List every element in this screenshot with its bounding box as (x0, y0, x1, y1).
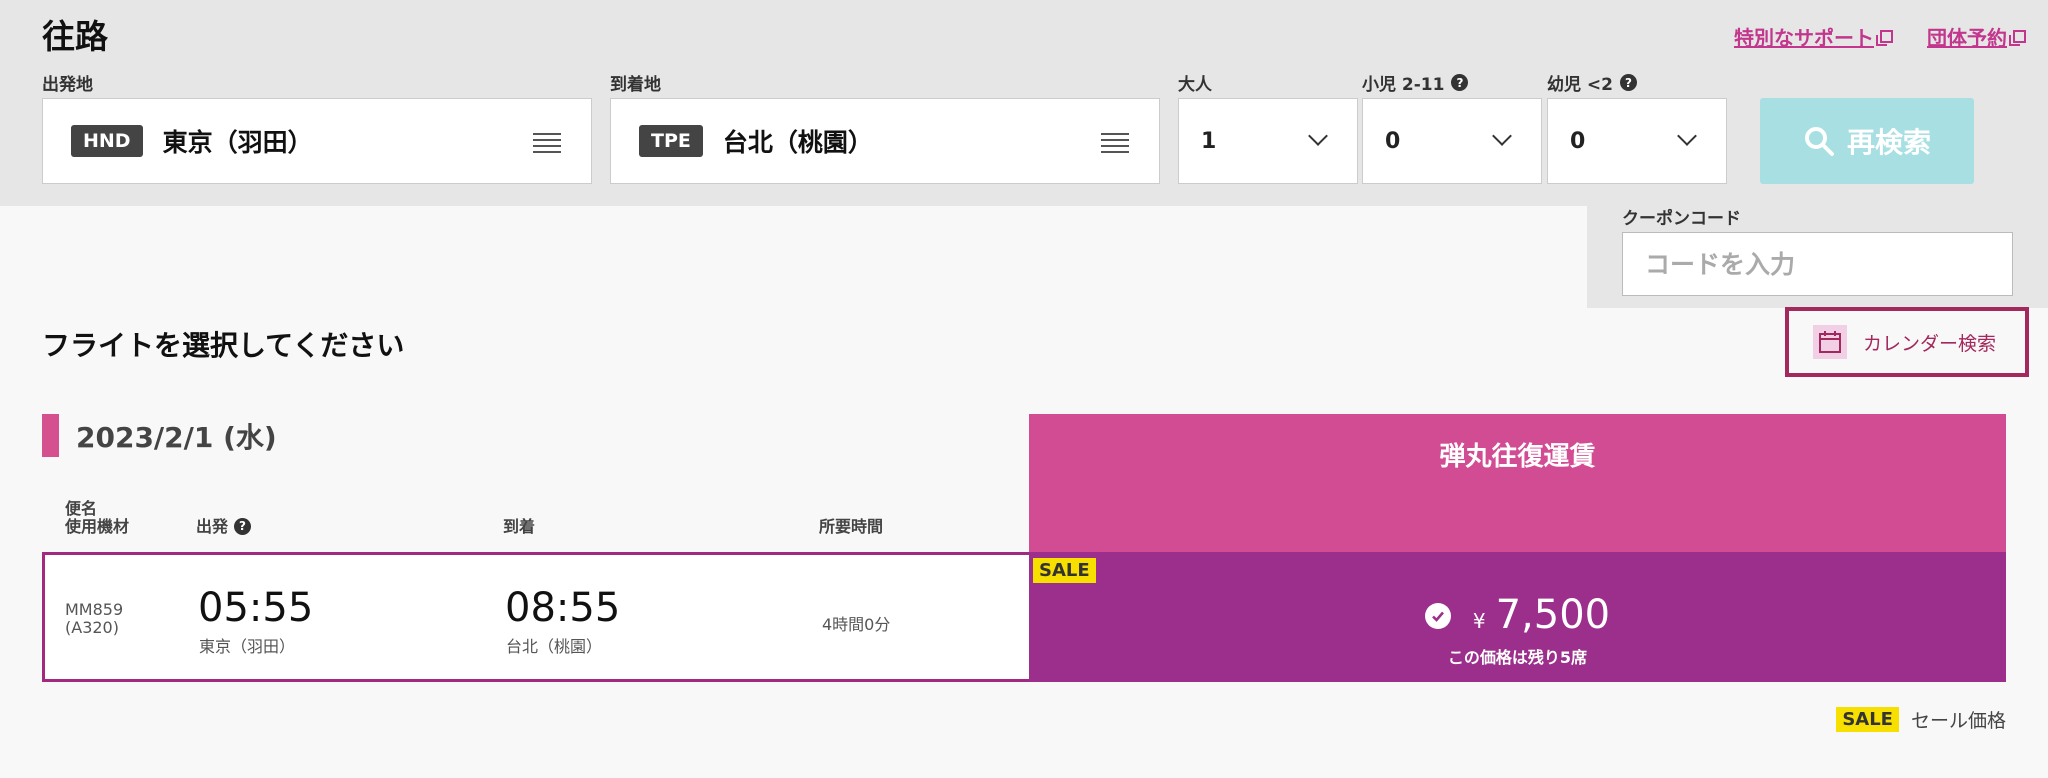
destination-label: 到着地 (610, 75, 661, 95)
children-label: 小児 2-11 ? (1362, 70, 1469, 95)
adults-label: 大人 (1178, 75, 1212, 95)
research-button-label: 再検索 (1846, 126, 1931, 159)
group-booking-label: 団体予約 (1927, 26, 2007, 50)
adults-value: 1 (1201, 128, 1217, 154)
check-icon (1424, 603, 1451, 629)
calendar-search-button[interactable]: カレンダー検索 (1785, 307, 2029, 377)
help-icon[interactable]: ? (234, 518, 252, 536)
price-amount: 7,500 (1495, 592, 1611, 638)
chevron-down-icon (1677, 126, 1697, 146)
origin-code-badge: HND (71, 125, 143, 157)
children-select[interactable]: 0 (1362, 98, 1542, 184)
group-booking-link[interactable]: 団体予約 (1927, 22, 2026, 51)
col-head-arrival: 到着 (503, 517, 536, 536)
special-support-label: 特別なサポート (1734, 26, 1874, 50)
external-link-icon (1876, 30, 1893, 46)
infants-label: 幼児 <2 ? (1547, 70, 1637, 95)
destination-code-badge: TPE (639, 125, 703, 157)
flight-row[interactable]: MM859 (A320) 05:55 東京（羽田） 08:55 台北（桃園） 4… (42, 552, 1029, 682)
origin-field[interactable]: HND 東京（羽田） (42, 98, 592, 184)
arrival-place: 台北（桃園） (506, 637, 603, 656)
sale-legend: SALE セール価格 (1836, 706, 2006, 733)
price: ¥ 7,500 (1029, 592, 2006, 638)
adults-select[interactable]: 1 (1178, 98, 1358, 184)
destination-field[interactable]: TPE 台北（桃園） (610, 98, 1160, 184)
infants-select[interactable]: 0 (1547, 98, 1727, 184)
section-title: 往路 (42, 17, 108, 56)
search-icon (1804, 127, 1834, 156)
research-button[interactable]: 再検索 (1760, 98, 1974, 184)
coupon-label: クーポンコード (1622, 209, 1741, 229)
list-icon[interactable] (1101, 133, 1129, 153)
fare-option[interactable]: SALE ¥ 7,500 この価格は残り5席 (1029, 552, 2006, 682)
list-icon[interactable] (533, 133, 561, 153)
help-icon[interactable]: ? (1620, 74, 1637, 91)
children-value: 0 (1385, 128, 1401, 154)
special-support-link[interactable]: 特別なサポート (1734, 22, 1893, 51)
coupon-input[interactable] (1622, 232, 2013, 296)
departure-time: 05:55 (198, 585, 314, 631)
fare-title: 弾丸往復運賃 (1439, 442, 1596, 472)
seats-remaining: この価格は残り5席 (1447, 648, 1588, 667)
destination-city: 台北（桃園） (722, 128, 873, 157)
legend-sale-badge: SALE (1836, 707, 1899, 732)
col-head-flight: 便名 使用機材 (65, 499, 130, 536)
infants-value: 0 (1570, 128, 1586, 154)
header-links: 特別なサポート 団体予約 (1734, 22, 2026, 51)
flight-number: MM859 (A320) (65, 600, 124, 638)
chevron-down-icon (1308, 126, 1328, 146)
arrival-time: 08:55 (505, 585, 621, 631)
currency-symbol: ¥ (1472, 609, 1486, 633)
origin-city: 東京（羽田） (162, 128, 313, 157)
legend-text: セール価格 (1910, 710, 2006, 732)
results-title: フライトを選択してください (42, 329, 405, 362)
fare-column-header: 弾丸往復運賃 (1029, 414, 2006, 552)
origin-label: 出発地 (42, 75, 93, 95)
calendar-search-label: カレンダー検索 (1863, 332, 1997, 355)
flight-duration: 4時間0分 (822, 615, 891, 634)
departure-place: 東京（羽田） (199, 637, 296, 656)
help-icon[interactable]: ? (1451, 74, 1469, 91)
date-marker (42, 414, 59, 457)
sale-badge: SALE (1033, 558, 1096, 583)
external-link-icon (2009, 30, 2026, 46)
col-head-duration: 所要時間 (819, 517, 884, 536)
flight-date: 2023/2/1 (水) (76, 421, 277, 454)
col-head-departure: 出発 ? (196, 518, 252, 536)
chevron-down-icon (1492, 126, 1512, 146)
calendar-icon (1813, 325, 1847, 359)
